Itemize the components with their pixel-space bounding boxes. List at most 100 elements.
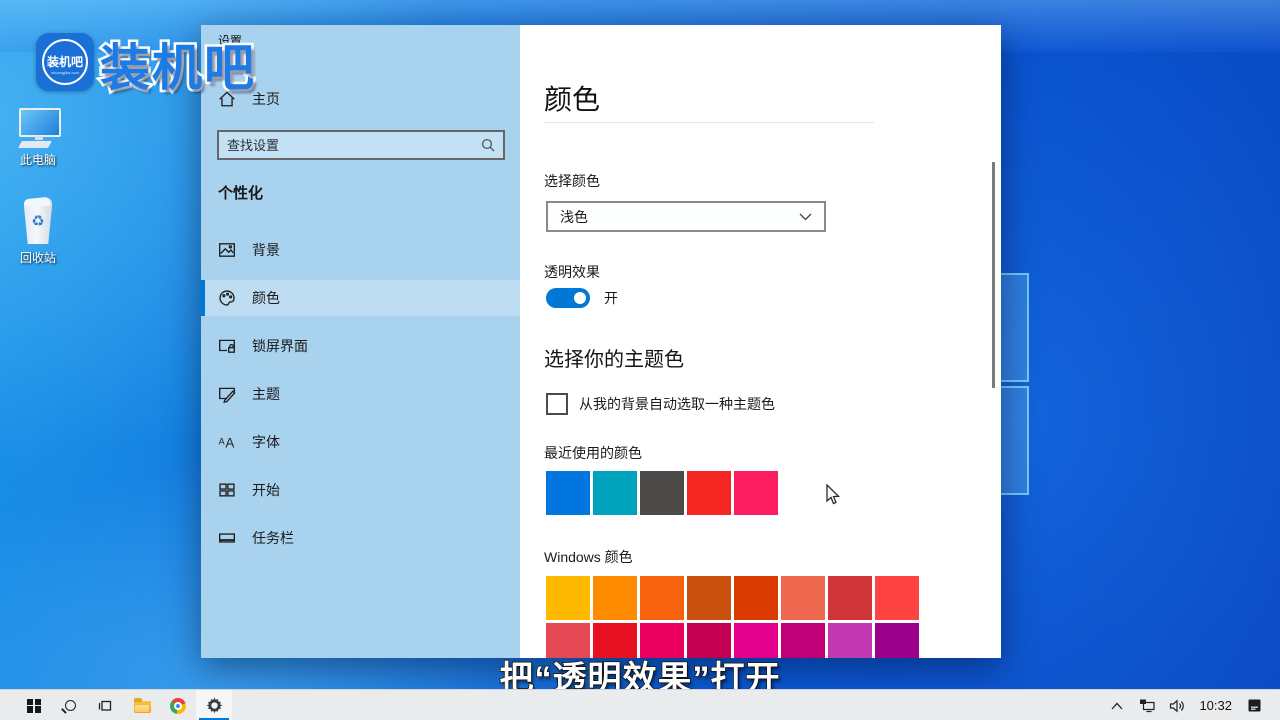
auto-pick-row: 从我的背景自动选取一种主题色 — [546, 393, 775, 415]
sidebar-home-label: 主页 — [252, 89, 280, 109]
settings-main-panel: 颜色 选择颜色 浅色 透明效果 开 选择你的主题色 从我的背景自动选取一种主题色… — [520, 25, 1001, 658]
svg-text:A: A — [225, 436, 234, 451]
windows-colors-row-1 — [546, 576, 919, 620]
sidebar-item-label: 字体 — [252, 432, 280, 452]
action-center-button[interactable] — [1242, 690, 1266, 720]
toggle-state-label: 开 — [604, 288, 618, 308]
wallpaper-windows-logo-pane — [1001, 386, 1029, 495]
taskbar-buttons — [0, 690, 232, 720]
auto-pick-checkbox[interactable] — [546, 393, 568, 415]
color-swatch[interactable] — [687, 471, 731, 515]
desktop: 此电脑 ♻ 回收站 设置 主页 个性化 — [0, 0, 1280, 720]
color-mode-dropdown[interactable]: 浅色 — [546, 201, 826, 232]
tray-network-button[interactable] — [1135, 690, 1159, 720]
task-view-icon — [98, 698, 114, 714]
pc-stand — [35, 136, 43, 140]
themes-icon — [218, 385, 236, 403]
search-icon — [481, 138, 495, 152]
sidebar-item-themes[interactable]: 主题 — [201, 376, 520, 412]
desktop-icon-label: 回收站 — [2, 249, 74, 266]
sidebar-item-start[interactable]: 开始 — [201, 472, 520, 508]
search-icon — [65, 700, 76, 711]
sidebar-section-title: 个性化 — [218, 182, 263, 203]
task-view-button[interactable] — [88, 690, 124, 720]
sidebar-item-label: 任务栏 — [252, 528, 294, 548]
color-swatch[interactable] — [781, 623, 825, 658]
sidebar-item-label: 颜色 — [252, 288, 280, 308]
sidebar-item-lock-screen[interactable]: 锁屏界面 — [201, 328, 520, 364]
gear-icon — [206, 697, 223, 714]
color-swatch[interactable] — [875, 623, 919, 658]
tray-chevron-button[interactable] — [1105, 690, 1129, 720]
color-swatch[interactable] — [593, 471, 637, 515]
sidebar-item-fonts[interactable]: A A 字体 — [201, 424, 520, 460]
choose-color-label: 选择颜色 — [544, 171, 600, 191]
chrome-icon — [170, 698, 186, 714]
action-center-icon — [1247, 698, 1262, 713]
sidebar-item-background[interactable]: 背景 — [201, 232, 520, 268]
settings-search-box[interactable] — [217, 130, 505, 160]
this-pc-icon — [16, 108, 60, 148]
windows-colors-label: Windows 颜色 — [544, 547, 633, 567]
wallpaper-windows-logo-pane — [1001, 273, 1029, 382]
taskbar: 10:32 — [0, 689, 1280, 720]
brand-badge-caption: zhuangjiba.com — [44, 70, 86, 75]
desktop-icon-label: 此电脑 — [2, 151, 74, 168]
brand-badge-text: 装机吧 — [44, 53, 86, 70]
svg-text:A: A — [219, 436, 225, 446]
color-swatch[interactable] — [546, 576, 590, 620]
taskbar-icon — [218, 529, 236, 547]
chevron-down-icon — [799, 213, 812, 221]
toggle-knob — [574, 292, 586, 304]
brand-badge-ring: 装机吧 zhuangjiba.com — [42, 39, 88, 85]
chevron-up-icon — [1111, 702, 1123, 710]
taskbar-search-button[interactable] — [52, 690, 88, 720]
fonts-icon: A A — [218, 433, 236, 451]
settings-app-button[interactable] — [196, 690, 232, 720]
sidebar-item-label: 背景 — [252, 240, 280, 260]
sidebar-item-label: 开始 — [252, 480, 280, 500]
tray-volume-button[interactable] — [1165, 690, 1189, 720]
chrome-button[interactable] — [160, 690, 196, 720]
color-swatch[interactable] — [734, 471, 778, 515]
brand-badge: 装机吧 zhuangjiba.com — [36, 33, 94, 91]
lock-screen-icon — [218, 337, 236, 355]
file-explorer-button[interactable] — [124, 690, 160, 720]
sidebar-item-label: 主题 — [252, 384, 280, 404]
recycle-symbol-icon: ♻ — [16, 214, 60, 229]
desktop-icon-this-pc[interactable]: 此电脑 — [2, 108, 74, 168]
color-swatch[interactable] — [640, 471, 684, 515]
colors-icon — [218, 289, 236, 307]
transparency-toggle[interactable] — [546, 288, 590, 308]
start-icon — [218, 481, 236, 499]
pc-keyboard — [18, 141, 52, 148]
background-icon — [218, 241, 236, 259]
color-swatch[interactable] — [640, 576, 684, 620]
file-explorer-icon — [134, 701, 151, 713]
speaker-icon — [1169, 699, 1185, 713]
search-input[interactable] — [219, 138, 481, 153]
color-swatch[interactable] — [734, 576, 778, 620]
taskbar-clock[interactable]: 10:32 — [1195, 698, 1236, 713]
title-divider — [544, 122, 874, 123]
color-swatch[interactable] — [687, 576, 731, 620]
color-swatch[interactable] — [828, 623, 872, 658]
recycle-bin-icon: ♻ — [16, 198, 60, 246]
desktop-icon-recycle-bin[interactable]: ♻ 回收站 — [2, 198, 74, 266]
color-swatch[interactable] — [828, 576, 872, 620]
transparency-label: 透明效果 — [544, 262, 600, 282]
settings-window: 设置 主页 个性化 背景 — [201, 25, 1001, 658]
color-swatch[interactable] — [593, 576, 637, 620]
transparency-toggle-row: 开 — [546, 288, 618, 308]
sidebar-item-taskbar[interactable]: 任务栏 — [201, 520, 520, 556]
dropdown-value: 浅色 — [560, 207, 588, 227]
color-swatch[interactable] — [781, 576, 825, 620]
scrollbar-thumb[interactable] — [992, 162, 995, 388]
sidebar-item-colors[interactable]: 颜色 — [201, 280, 520, 316]
start-button[interactable] — [16, 690, 52, 720]
recent-colors-row — [546, 471, 778, 515]
color-swatch[interactable] — [875, 576, 919, 620]
brand-watermark-text: 装机吧 — [100, 28, 256, 100]
color-swatch[interactable] — [546, 471, 590, 515]
sidebar-nav: 背景 颜色 锁屏界面 — [201, 232, 520, 568]
